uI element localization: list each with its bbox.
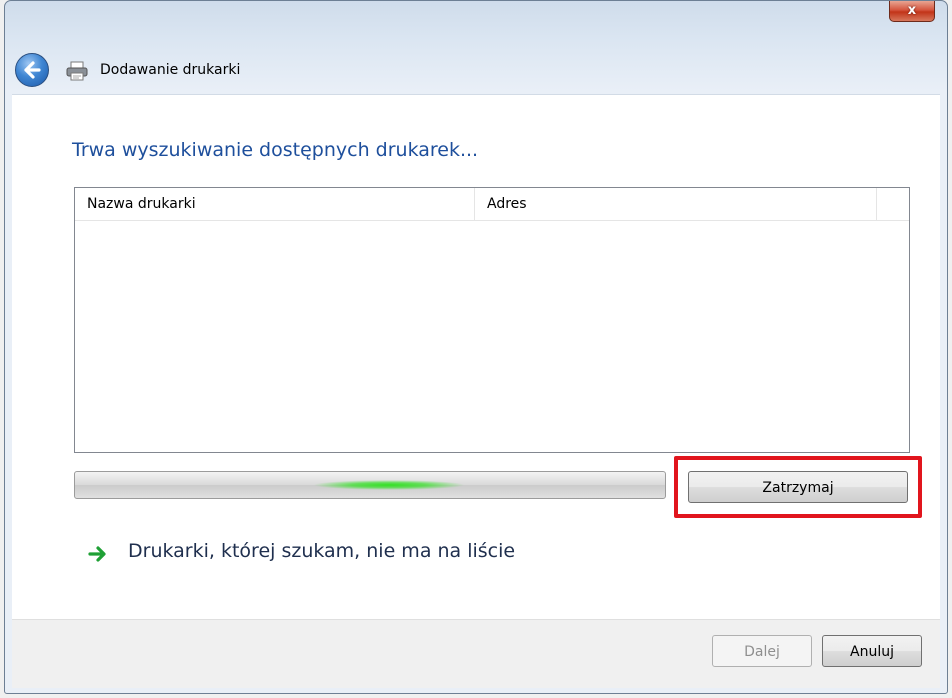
search-progress-bar (74, 471, 666, 499)
cancel-button[interactable]: Anuluj (822, 635, 922, 667)
next-button[interactable]: Dalej (712, 635, 812, 667)
wizard-content: Trwa wyszukiwanie dostępnych drukarek...… (12, 94, 940, 620)
back-arrow-icon (24, 61, 41, 79)
stop-button[interactable]: Zatrzymaj (688, 471, 908, 503)
printer-list[interactable]: Nazwa drukarki Adres (74, 187, 910, 453)
wizard-footer: Dalej Anuluj (12, 619, 940, 688)
back-button[interactable] (15, 53, 49, 87)
column-header-address[interactable]: Adres (475, 188, 877, 220)
wizard-navbar: Dodawanie drukarki (5, 51, 947, 91)
list-header: Nazwa drukarki Adres (75, 188, 909, 221)
link-label[interactable]: Drukarki, której szukam, nie ma na liści… (128, 540, 515, 562)
wizard-title: Dodawanie drukarki (100, 62, 241, 78)
title-bar: x (5, 1, 947, 45)
page-title: Trwa wyszukiwanie dostępnych drukarek... (72, 139, 479, 161)
close-button[interactable]: x (889, 1, 935, 22)
add-printer-window: x Dodawanie drukarki Trwa wyszukiwanie d… (4, 0, 948, 694)
green-arrow-icon (88, 546, 106, 562)
column-header-printer-name[interactable]: Nazwa drukarki (75, 188, 475, 220)
progress-glow (313, 480, 465, 490)
printer-icon (66, 61, 88, 81)
